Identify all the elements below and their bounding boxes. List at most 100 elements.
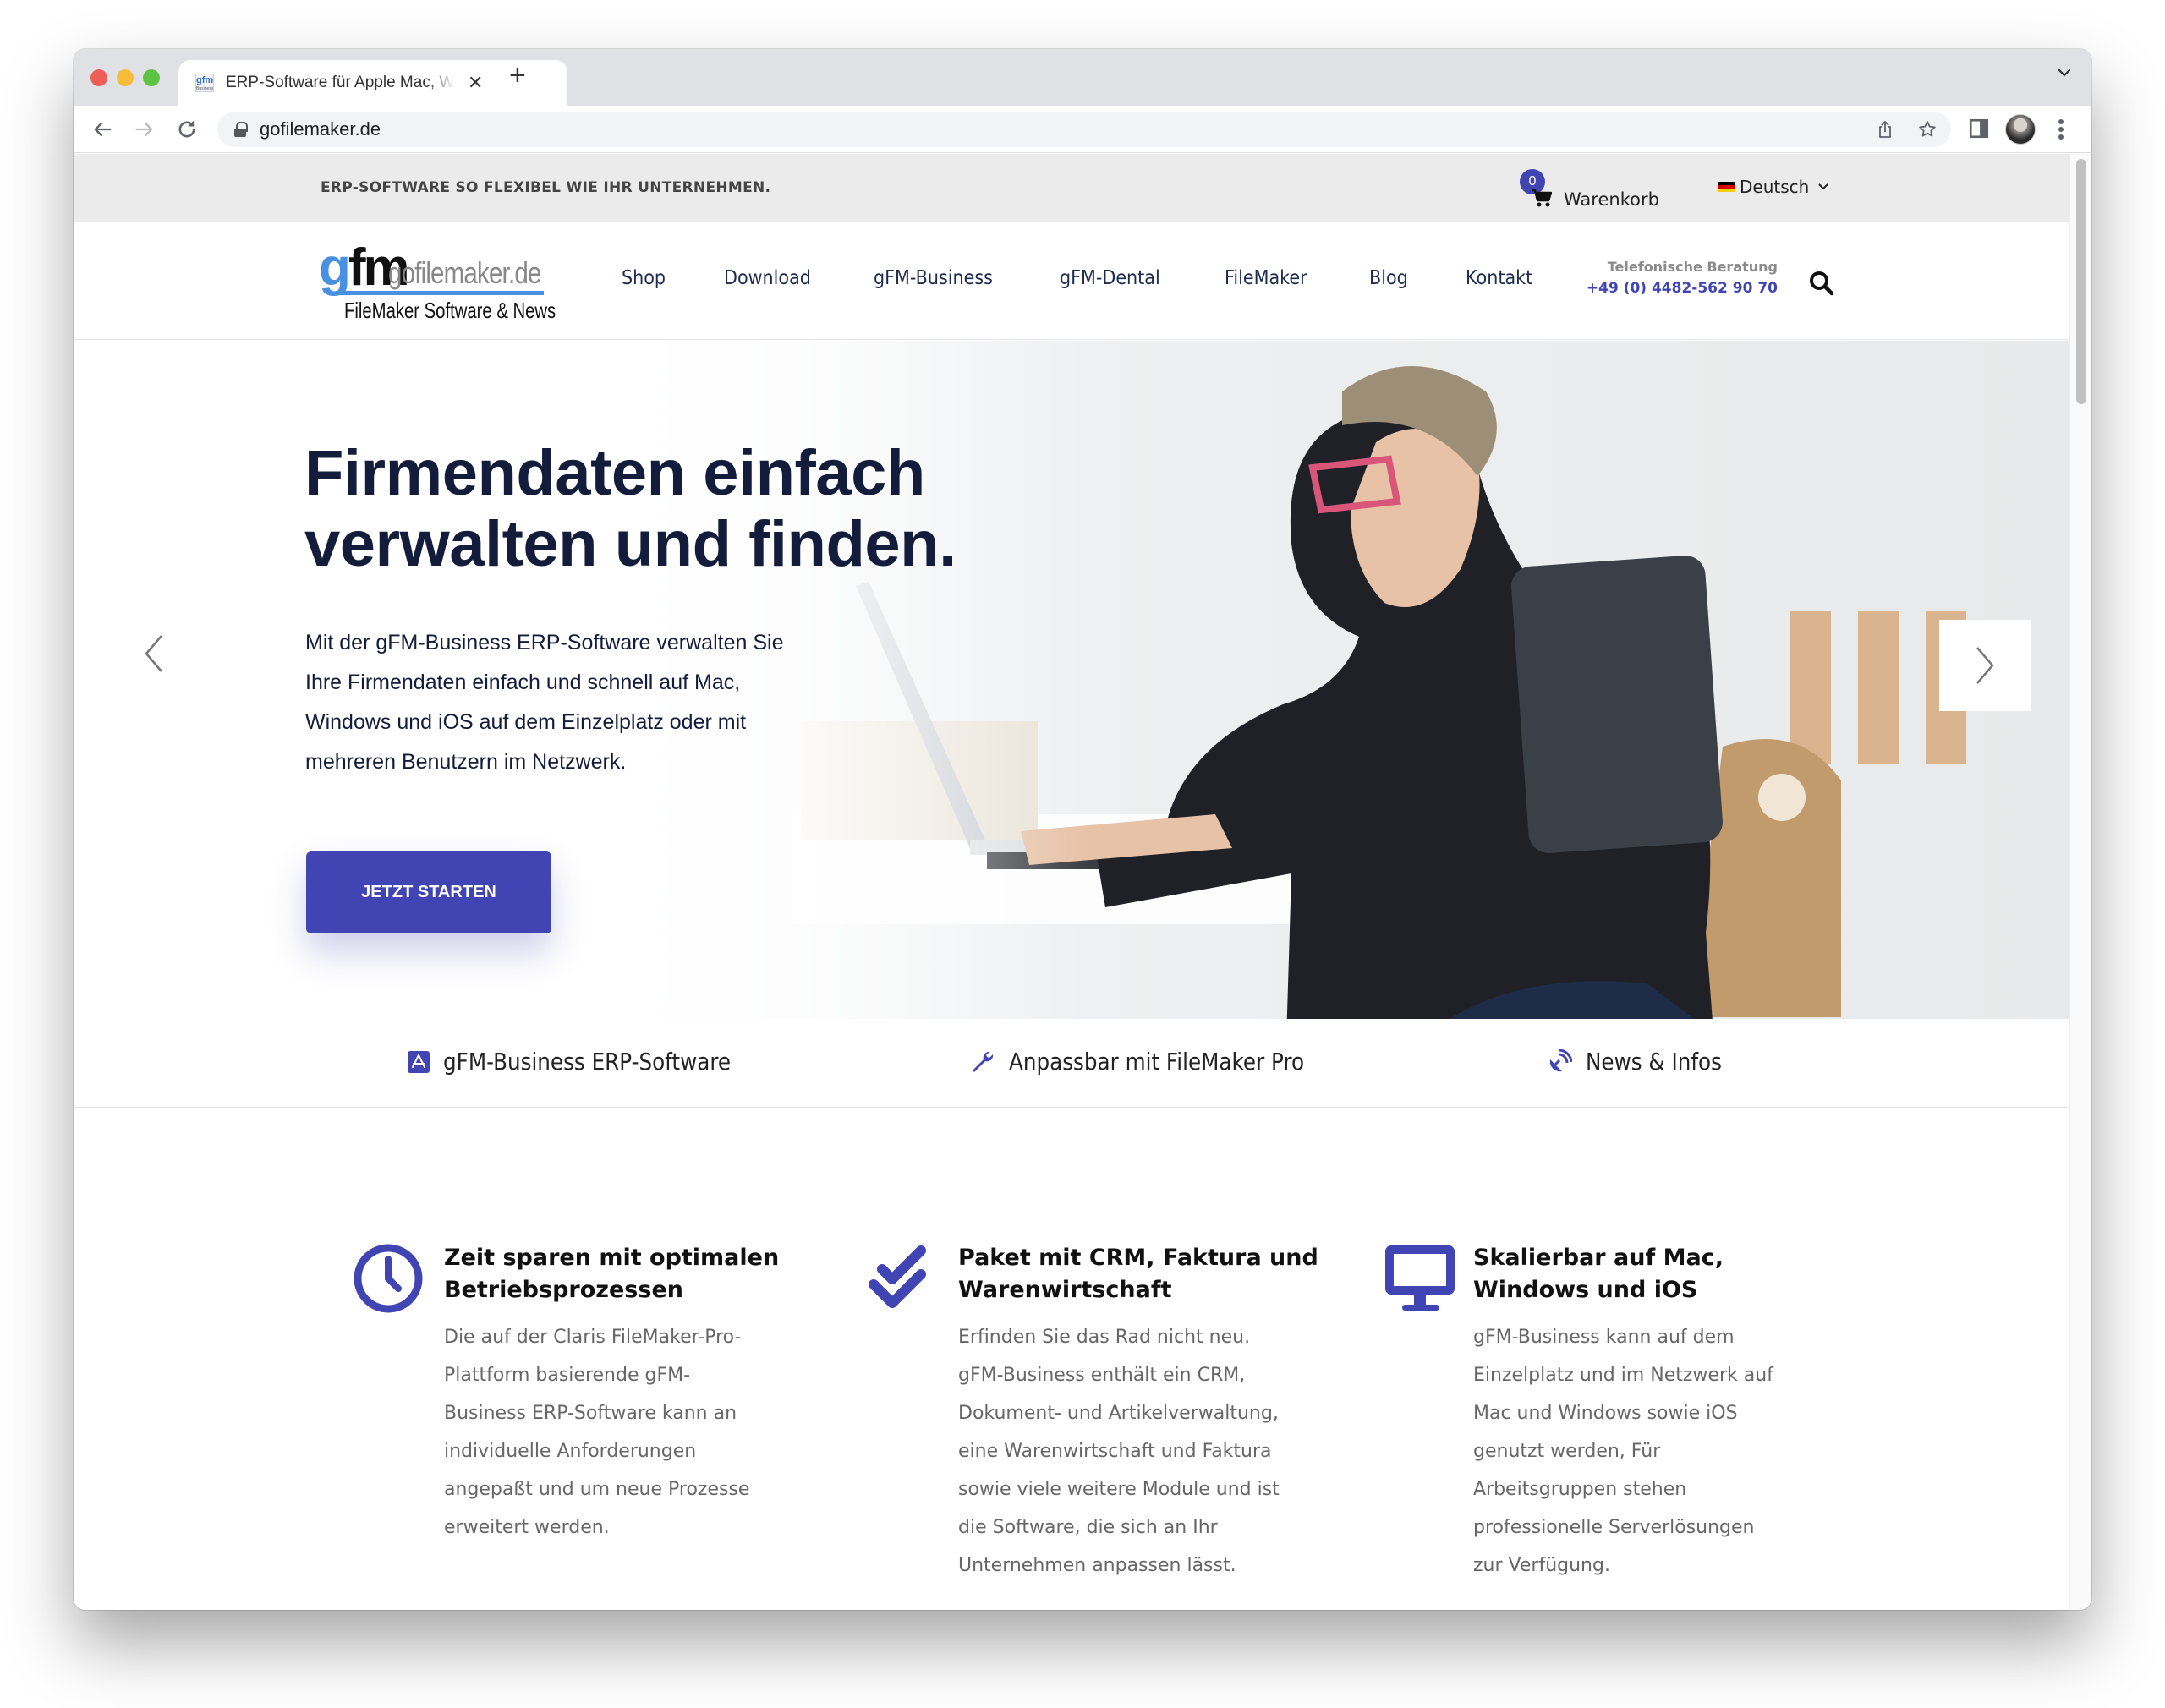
reload-icon[interactable] — [175, 118, 199, 141]
logo-underline — [336, 291, 544, 295]
share-icon[interactable] — [1875, 119, 1895, 140]
slider-next-button[interactable] — [1939, 620, 2031, 711]
url-text[interactable]: gofilemaker.de — [260, 118, 381, 140]
hero-text-line: Mit der gFM-Business ERP-Software verwal… — [305, 631, 784, 654]
shopping-cart-icon — [1532, 189, 1552, 207]
hero-text-line: Ihre Firmendaten einfach und schnell auf… — [305, 671, 741, 694]
address-bar[interactable]: gofilemaker.de — [217, 112, 1951, 147]
logo-g: g — [319, 238, 351, 297]
nav-blog[interactable]: Blog — [1369, 267, 1408, 289]
back-arrow-icon[interactable] — [90, 118, 114, 141]
feature-title-line: Warenwirtschaft — [958, 1277, 1172, 1303]
feature-text-line: Unternehmen anpassen lässt. — [958, 1555, 1236, 1576]
hero-title-line: verwalten und finden. — [304, 508, 956, 580]
nav-gfm-business[interactable]: gFM-Business — [874, 267, 993, 289]
page-viewport: ERP-SOFTWARE SO FLEXIBEL WIE IHR UNTERNE… — [74, 154, 2091, 1610]
browser-window: gfm Business ERP-Software für Apple Mac,… — [74, 49, 2091, 1610]
nav-shop[interactable]: Shop — [622, 267, 666, 289]
favicon-icon: gfm Business — [195, 74, 214, 92]
nav-filemaker[interactable]: FileMaker — [1225, 267, 1307, 289]
feature-title-line: Betriebsprozessen — [444, 1277, 683, 1303]
feature-text-line: zur Verfügung. — [1473, 1555, 1610, 1576]
hero-title-line: Firmendaten einfach — [304, 437, 925, 509]
forward-arrow-icon[interactable] — [133, 118, 156, 141]
main-navigation: Shop Download gFM-Business gFM-Dental Fi… — [622, 267, 1593, 289]
feature-text-line: genutzt werden, Für — [1473, 1441, 1661, 1462]
chevron-right-icon — [1976, 647, 1994, 684]
feature-title: Zeit sparen mit optimalen Betriebsprozes… — [444, 1242, 779, 1306]
nav-download[interactable]: Download — [724, 267, 811, 289]
side-panel-icon[interactable] — [1968, 118, 1990, 140]
hero-description: Mit der gFM-Business ERP-Software verwal… — [305, 623, 847, 782]
feature-text-line: gFM-Business kann auf dem — [1473, 1327, 1735, 1348]
feature-text-line: die Software, die sich an Ihr — [958, 1517, 1218, 1538]
jetzt-starten-button[interactable]: JETZT STARTEN — [306, 851, 551, 933]
german-flag-icon — [1718, 182, 1735, 192]
close-tab-button[interactable]: ✕ — [468, 72, 483, 94]
feature-link-bar: gFM-Business ERP-Software Anpassbar mit … — [74, 1019, 2069, 1108]
page-scrollbar[interactable] — [2069, 154, 2091, 1610]
new-tab-button[interactable]: + — [509, 59, 526, 92]
language-selector[interactable]: Deutsch — [1718, 177, 1829, 197]
feature-text-line: eine Warenwirtschaft und Faktura — [958, 1441, 1272, 1462]
site-header: gfm gofilemaker.de FileMaker Software & … — [74, 222, 2069, 340]
feature-title-line: Zeit sparen mit optimalen — [444, 1245, 780, 1271]
feature-text-line: Die auf der Claris FileMaker-Pro- — [444, 1327, 742, 1348]
bookmark-star-icon[interactable] — [1917, 119, 1938, 140]
favicon-subtext: Business — [196, 86, 214, 91]
feature-text: Die auf der Claris FileMaker-Pro- Plattf… — [444, 1318, 799, 1547]
tab-search-chevron-icon[interactable] — [2054, 63, 2075, 83]
minimize-window-button[interactable] — [117, 69, 134, 86]
hero-slider: Firmendaten einfach verwalten und finden… — [74, 341, 2069, 1019]
feature-text-line: gFM-Business enthält ein CRM, — [958, 1365, 1246, 1386]
link-news-infos[interactable]: News & Infos — [1547, 1048, 1740, 1076]
logo-domain: gofilemaker.de — [388, 255, 541, 290]
chevron-down-icon — [1818, 183, 1829, 190]
phone-contact: Telefonische Beratung +49 (0) 4482-562 9… — [1587, 259, 1778, 297]
nav-gfm-dental[interactable]: gFM-Dental — [1060, 267, 1160, 289]
logo-subtitle: FileMaker Software & News — [344, 298, 556, 323]
lock-icon[interactable] — [234, 122, 248, 137]
feature-link-label: News & Infos — [1586, 1048, 1722, 1076]
top-info-bar: ERP-SOFTWARE SO FLEXIBEL WIE IHR UNTERNE… — [74, 154, 2069, 222]
feature-link-label: Anpassbar mit FileMaker Pro — [1009, 1048, 1305, 1076]
feature-text-line: professionelle Serverlösungen — [1473, 1517, 1755, 1538]
phone-number-link[interactable]: +49 (0) 4482-562 90 70 — [1587, 280, 1778, 297]
feature-title-line: Skalierbar auf Mac, — [1473, 1245, 1724, 1271]
feature-text-line: individuelle Anforderungen — [444, 1441, 697, 1462]
site-logo[interactable]: gfm gofilemaker.de FileMaker Software & … — [319, 242, 556, 324]
hero-text-line: mehreren Benutzern im Netzwerk. — [305, 750, 627, 774]
site-tagline: ERP-SOFTWARE SO FLEXIBEL WIE IHR UNTERNE… — [321, 179, 771, 196]
feature-text-line: Mac und Windows sowie iOS — [1473, 1403, 1738, 1424]
phone-label: Telefonische Beratung — [1607, 259, 1778, 275]
desktop-icon — [1385, 1245, 1455, 1311]
feature-text-line: Einzelplatz und im Netzwerk auf — [1473, 1365, 1773, 1386]
browser-toolbar: gofilemaker.de — [74, 106, 2091, 153]
search-icon[interactable] — [1807, 269, 1836, 298]
browser-menu-icon[interactable] — [2058, 118, 2064, 141]
link-gfm-business-erp[interactable]: gFM-Business ERP-Software — [408, 1048, 770, 1076]
feature-text-line: Dokument- und Artikelverwaltung, — [958, 1403, 1279, 1424]
cart-label: Warenkorb — [1564, 189, 1659, 210]
maximize-window-button[interactable] — [143, 69, 160, 86]
slider-prev-button[interactable] — [137, 628, 171, 679]
chevron-left-icon — [145, 635, 162, 672]
scrollbar-thumb[interactable] — [2076, 159, 2086, 404]
wrench-icon — [973, 1051, 994, 1072]
webpage: ERP-SOFTWARE SO FLEXIBEL WIE IHR UNTERNE… — [74, 154, 2069, 1610]
feature-title: Skalierbar auf Mac, Windows und iOS — [1473, 1242, 1724, 1306]
favicon-text: gfm — [196, 75, 214, 85]
satellite-dish-icon — [1549, 1048, 1572, 1071]
hero-text-line: Windows und iOS auf dem Einzelplatz oder… — [305, 710, 747, 734]
profile-avatar[interactable] — [2005, 114, 2036, 145]
app-store-icon — [408, 1050, 430, 1073]
link-anpassbar-filemaker[interactable]: Anpassbar mit FileMaker Pro — [970, 1048, 1345, 1076]
feature-text-line: angepaßt und um neue Prozesse — [444, 1479, 750, 1500]
feature-text-line: Erfinden Sie das Rad nicht neu. — [958, 1327, 1251, 1348]
close-window-button[interactable] — [90, 69, 107, 86]
nav-kontakt[interactable]: Kontakt — [1466, 267, 1532, 289]
feature-text-line: erweitert werden. — [444, 1517, 610, 1538]
clock-icon — [354, 1244, 423, 1313]
language-label: Deutsch — [1740, 177, 1810, 197]
feature-text-line: Arbeitsgruppen stehen — [1473, 1479, 1687, 1500]
